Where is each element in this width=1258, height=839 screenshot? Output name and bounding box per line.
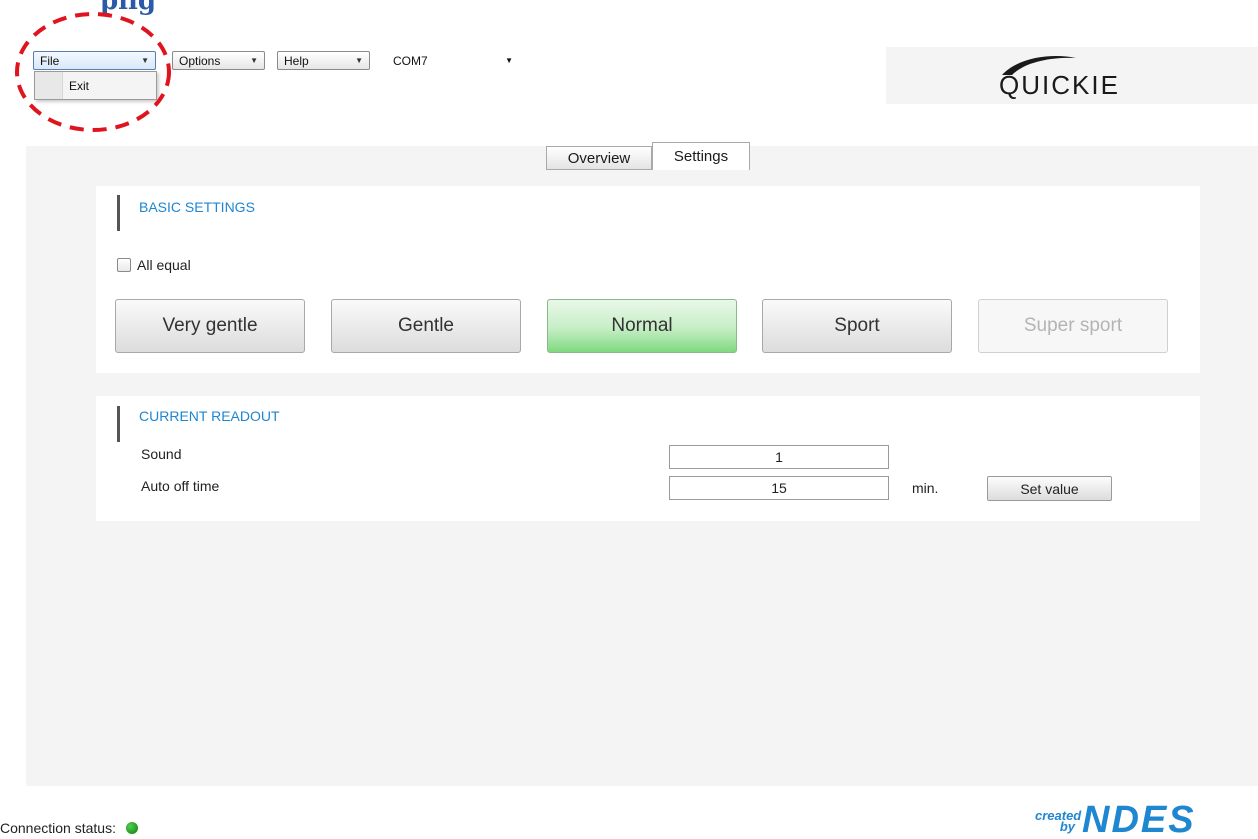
chevron-down-icon: ▼ — [250, 56, 258, 65]
mode-very-gentle-button[interactable]: Very gentle — [115, 299, 305, 353]
basic-settings-section: BASIC SETTINGS All equal Very gentle Gen… — [96, 186, 1200, 373]
sound-field[interactable]: 1 — [669, 445, 889, 469]
tab-settings[interactable]: Settings — [652, 142, 750, 170]
section-title: BASIC SETTINGS — [139, 199, 255, 215]
com-port-select[interactable]: COM7 ▼ — [385, 51, 523, 70]
chevron-down-icon: ▼ — [505, 56, 513, 65]
section-accent-bar — [117, 195, 120, 231]
annotation-highlight-ellipse — [15, 12, 171, 132]
com-port-value: COM7 — [393, 53, 428, 68]
connection-status-indicator — [125, 822, 138, 834]
brand-logo: QUICKIE — [999, 70, 1120, 100]
auto-off-field[interactable]: 15 — [669, 476, 889, 500]
created-by-label: created by — [1035, 808, 1082, 834]
all-equal-checkbox[interactable] — [117, 258, 131, 272]
app-window: plig File ▼ Options ▼ Help ▼ COM7 ▼ Exit… — [0, 0, 1258, 839]
help-menu-button[interactable]: Help ▼ — [277, 51, 370, 70]
section-accent-bar — [117, 406, 120, 442]
vendor-logo: NDES — [1082, 799, 1196, 839]
help-menu-label: Help — [284, 53, 309, 68]
options-menu-label: Options — [179, 53, 221, 68]
set-value-button[interactable]: Set value — [987, 476, 1112, 501]
section-title: CURRENT READOUT — [139, 408, 280, 424]
auto-off-label: Auto off time — [141, 478, 220, 494]
tab-overview[interactable]: Overview — [546, 146, 652, 170]
mode-normal-button[interactable]: Normal — [547, 299, 737, 353]
all-equal-label: All equal — [137, 257, 191, 273]
options-menu-button[interactable]: Options ▼ — [172, 51, 265, 70]
auto-off-unit: min. — [912, 480, 939, 496]
connection-status: Connection status: — [0, 820, 138, 836]
all-equal-checkbox-row[interactable]: All equal — [117, 257, 191, 273]
current-readout-section: CURRENT READOUT Sound 1 Auto off time 15… — [96, 396, 1200, 521]
mode-super-sport-button: Super sport — [978, 299, 1168, 353]
chevron-down-icon: ▼ — [355, 56, 363, 65]
connection-status-label: Connection status: — [0, 820, 116, 836]
brand-logo-area: QUICKIE — [886, 47, 1258, 104]
mode-gentle-button[interactable]: Gentle — [331, 299, 521, 353]
sound-label: Sound — [141, 446, 182, 462]
mode-sport-button[interactable]: Sport — [762, 299, 952, 353]
